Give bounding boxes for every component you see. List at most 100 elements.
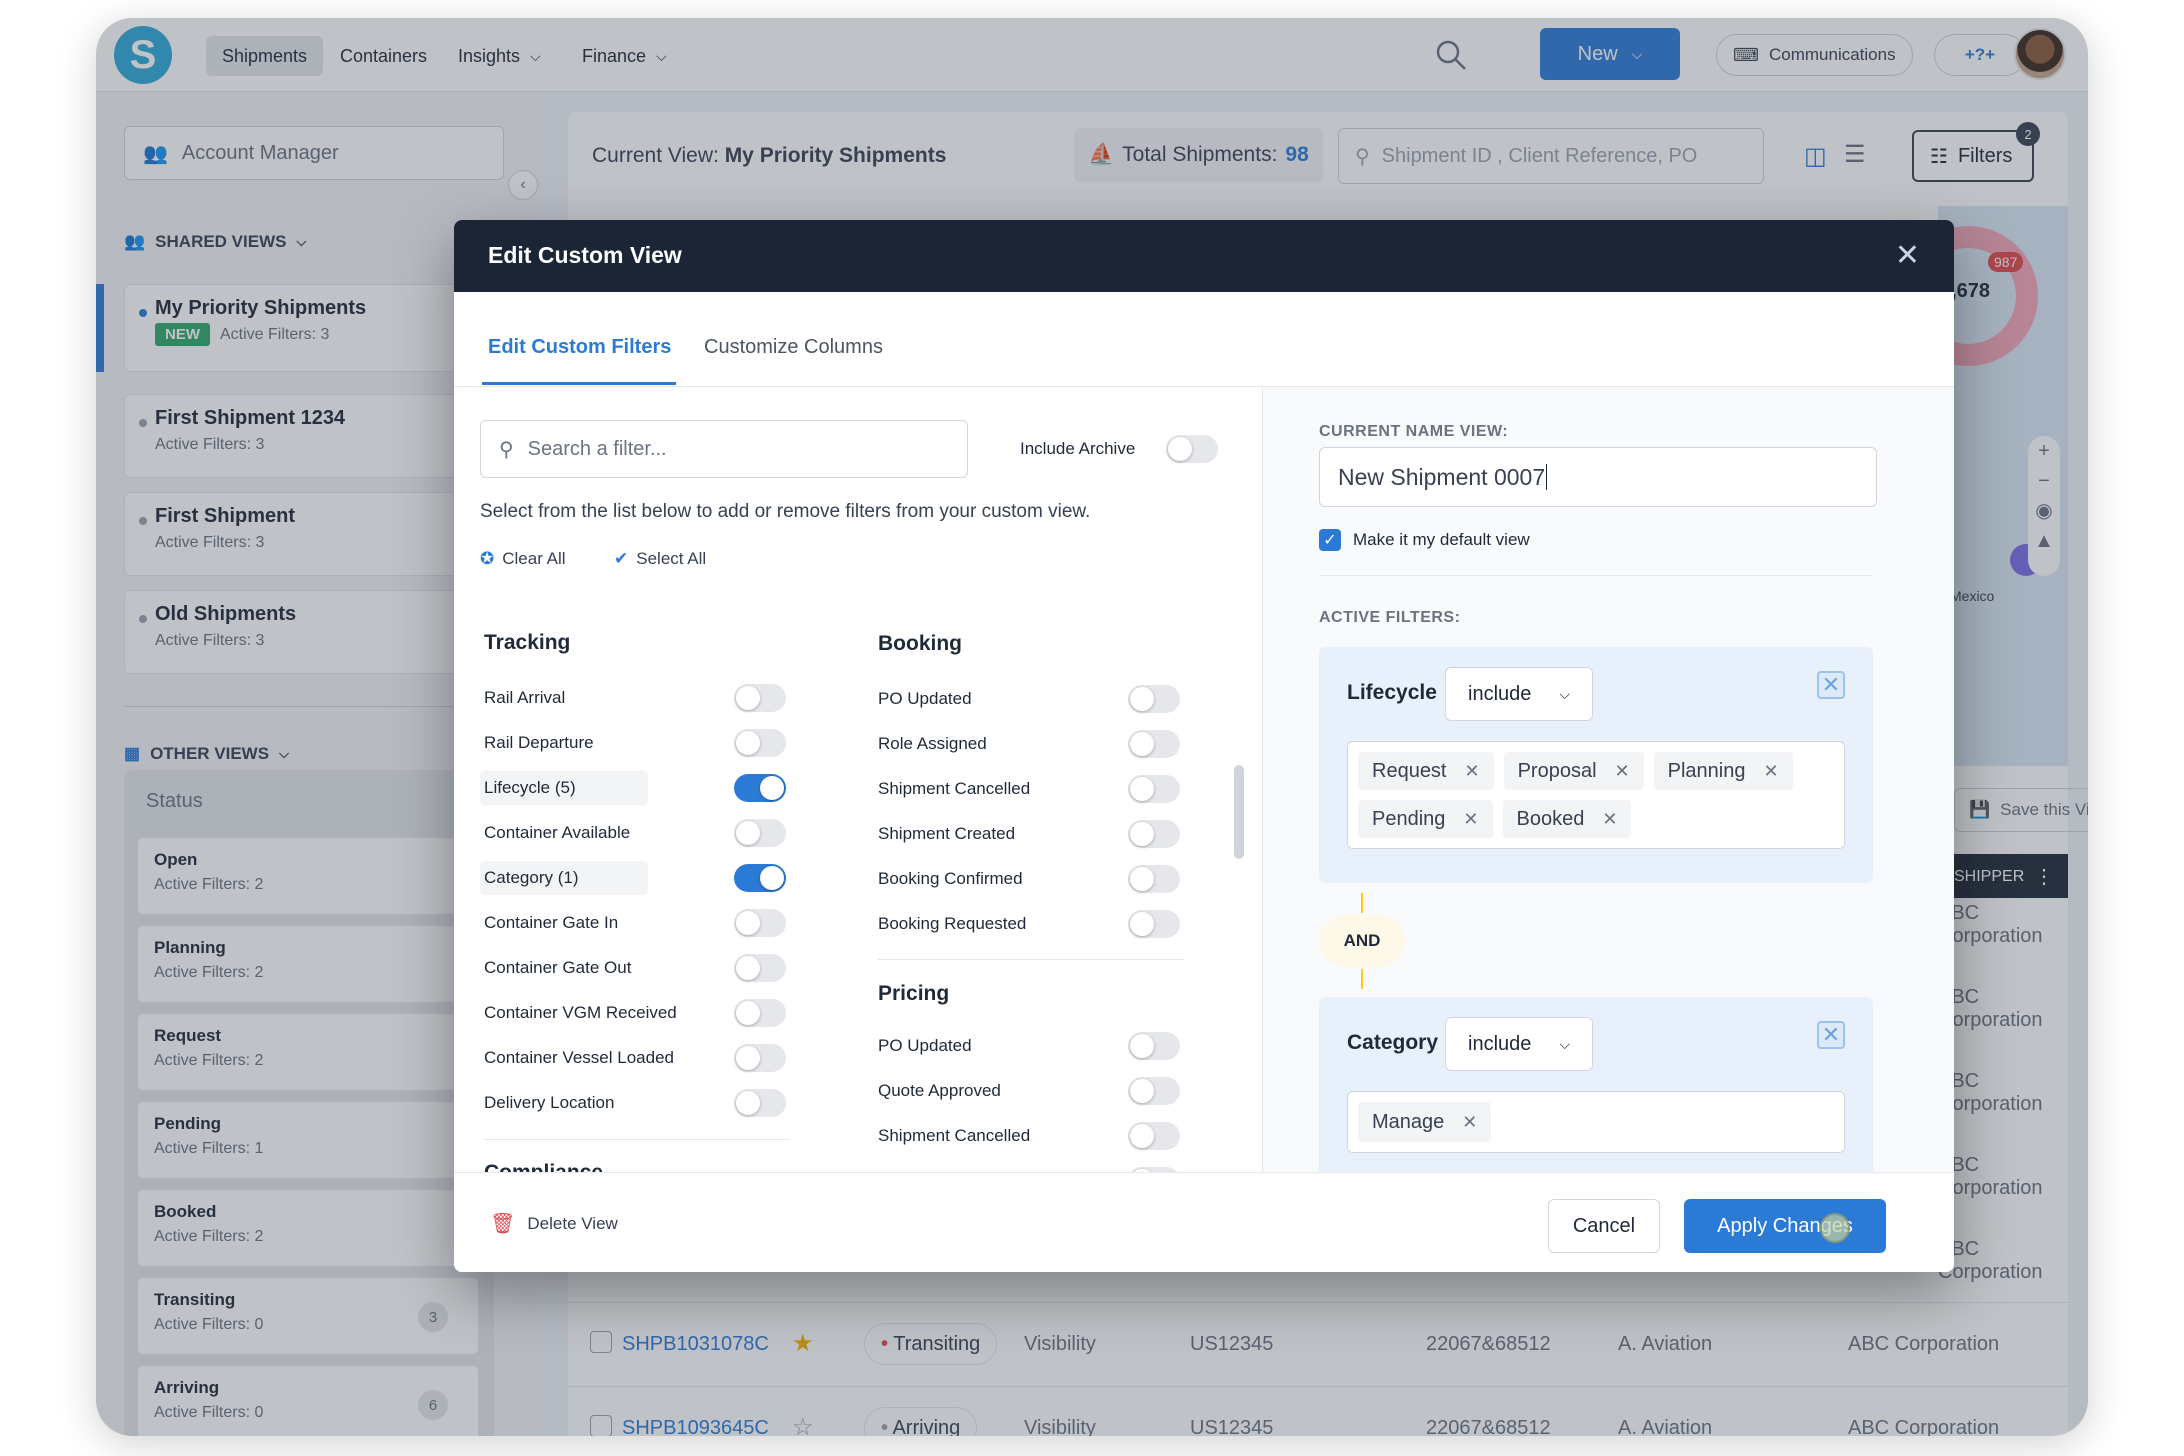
filter-toggle[interactable] <box>734 954 786 982</box>
filter-toggle[interactable] <box>1128 685 1180 713</box>
and-operator[interactable]: AND <box>1319 915 1405 967</box>
filter-item: Container Available <box>484 823 631 842</box>
broom-icon: ✪ <box>480 549 495 568</box>
filter-toggle[interactable] <box>734 999 786 1027</box>
filter-item: Shipment Cancelled <box>878 1126 1031 1145</box>
category-chip-box[interactable]: Manage ✕ <box>1347 1091 1845 1153</box>
chevron-down-icon: ⌵ <box>1559 685 1570 702</box>
clear-all-button[interactable]: ✪ Clear All <box>480 549 566 569</box>
check-circle-icon: ✔ <box>614 549 629 568</box>
filter-toggle[interactable] <box>734 774 786 802</box>
divider <box>1319 575 1873 576</box>
cancel-button[interactable]: Cancel <box>1548 1199 1660 1253</box>
group-title-booking: Booking <box>878 632 962 655</box>
category-filter-card: Category include ⌵ ✕ Manage ✕ <box>1319 997 1873 1172</box>
filter-toggle[interactable] <box>734 909 786 937</box>
filter-item: Container Gate Out <box>484 958 632 977</box>
category-mode-value: include <box>1468 1032 1532 1055</box>
trash-icon: 🗑 <box>490 1213 516 1235</box>
filter-list-pane: ⚲ Search a filter... Include Archive Sele… <box>454 387 1262 1172</box>
filter-toggle[interactable] <box>1128 730 1180 758</box>
tab-customize-columns[interactable]: Customize Columns <box>704 336 883 359</box>
filter-toggle[interactable] <box>1128 910 1180 938</box>
chip-label: Request <box>1372 759 1447 782</box>
filter-item: Role Assigned <box>878 734 987 753</box>
scrollbar-thumb[interactable] <box>1234 765 1244 859</box>
delete-view-label: Delete View <box>527 1213 618 1233</box>
group-title-compliance: Compliance <box>484 1161 603 1172</box>
chip-remove-icon[interactable]: ✕ <box>1465 761 1480 782</box>
close-icon[interactable]: ✕ <box>1895 238 1920 273</box>
filter-toggle[interactable] <box>1128 775 1180 803</box>
filter-item: Lifecycle (5) <box>480 771 648 805</box>
filter-toggle[interactable] <box>734 729 786 757</box>
delete-view-button[interactable]: 🗑 Delete View <box>490 1211 618 1236</box>
filter-item: PO Updated <box>878 689 972 708</box>
remove-filter-button[interactable]: ✕ <box>1817 1021 1845 1049</box>
chip: Pending ✕ <box>1358 800 1493 838</box>
chip-remove-icon[interactable]: ✕ <box>1463 809 1478 830</box>
clear-all-label: Clear All <box>502 549 566 568</box>
select-all-label: Select All <box>636 549 707 568</box>
filter-item: Rail Departure <box>484 733 594 752</box>
chip-remove-icon[interactable]: ✕ <box>1602 809 1617 830</box>
divider <box>484 1139 790 1140</box>
lifecycle-mode-select[interactable]: include ⌵ <box>1445 667 1593 721</box>
modal-header: Edit Custom View ✕ <box>454 220 1954 292</box>
chip-remove-icon[interactable]: ✕ <box>1763 761 1778 782</box>
filter-search-input[interactable]: ⚲ Search a filter... <box>480 420 968 478</box>
category-label: Category <box>1347 1031 1439 1054</box>
filter-item: Shipment Created <box>874 1164 1019 1172</box>
select-all-button[interactable]: ✔ Select All <box>614 549 706 569</box>
tab-edit-custom-filters[interactable]: Edit Custom Filters <box>488 336 671 359</box>
filter-toggle[interactable] <box>1128 1032 1180 1060</box>
search-icon: ⚲ <box>499 438 514 461</box>
filter-toggle[interactable] <box>1128 1122 1180 1150</box>
chip: Proposal ✕ <box>1503 752 1644 790</box>
filter-toggle[interactable] <box>734 864 786 892</box>
filter-toggle[interactable] <box>1128 820 1180 848</box>
app-window: S Shipments Containers Insights ⌵ Finance… <box>96 18 2088 1436</box>
lifecycle-filter-card: Lifecycle include ⌵ ✕ Request ✕ Proposal ✕ … <box>1319 647 1873 883</box>
filter-item: Category (1) <box>480 861 648 895</box>
active-filters-label: ACTIVE FILTERS: <box>1319 609 1461 626</box>
chip-remove-icon[interactable]: ✕ <box>1462 1112 1477 1133</box>
chip: Planning ✕ <box>1653 752 1793 790</box>
cursor-indicator <box>1820 1213 1850 1243</box>
filter-item: Booking Confirmed <box>878 869 1023 888</box>
chevron-down-icon: ⌵ <box>1559 1035 1570 1052</box>
connector-line <box>1361 969 1363 989</box>
filter-item: Container Vessel Loaded <box>484 1048 674 1067</box>
modal-footer: 🗑 Delete View Cancel Apply Changes <box>454 1172 1954 1272</box>
remove-filter-button[interactable]: ✕ <box>1817 671 1845 699</box>
filter-item: Quote Approved <box>878 1081 1001 1100</box>
text-cursor <box>1546 464 1548 490</box>
chip-remove-icon[interactable]: ✕ <box>1615 761 1630 782</box>
apply-changes-button[interactable]: Apply Changes <box>1684 1199 1886 1253</box>
filter-toggle[interactable] <box>1128 1077 1180 1105</box>
filter-toggle[interactable] <box>734 1044 786 1072</box>
category-mode-select[interactable]: include ⌵ <box>1445 1017 1593 1071</box>
include-archive-toggle[interactable] <box>1166 435 1218 463</box>
lifecycle-chip-box[interactable]: Request ✕ Proposal ✕ Planning ✕ Pending ✕ Bo… <box>1347 741 1845 849</box>
modal-title: Edit Custom View <box>488 242 682 268</box>
filter-item: Booking Requested <box>878 914 1027 933</box>
filter-toggle[interactable] <box>734 684 786 712</box>
filter-toggle[interactable] <box>734 819 786 847</box>
chip-label: Booked <box>1516 807 1585 830</box>
chip-label: Pending <box>1372 807 1446 830</box>
chip-label: Manage <box>1372 1110 1445 1133</box>
edit-custom-view-modal: Edit Custom View ✕ Edit Custom Filters Cu… <box>454 220 1954 1272</box>
chip-label: Planning <box>1667 759 1746 782</box>
divider <box>878 959 1184 960</box>
chip-label: Proposal <box>1517 759 1597 782</box>
default-view-checkbox[interactable]: ✓ Make it my default view <box>1319 529 1530 551</box>
chip: Booked ✕ <box>1502 800 1632 838</box>
filter-toggle[interactable] <box>734 1089 786 1117</box>
lifecycle-label: Lifecycle <box>1347 681 1437 704</box>
view-name-input[interactable]: New Shipment 0007 <box>1319 447 1877 507</box>
filter-item: Shipment Created <box>878 824 1016 843</box>
filter-toggle[interactable] <box>1128 865 1180 893</box>
include-archive-label: Include Archive <box>1020 439 1136 458</box>
filter-item: Shipment Cancelled <box>878 779 1031 798</box>
